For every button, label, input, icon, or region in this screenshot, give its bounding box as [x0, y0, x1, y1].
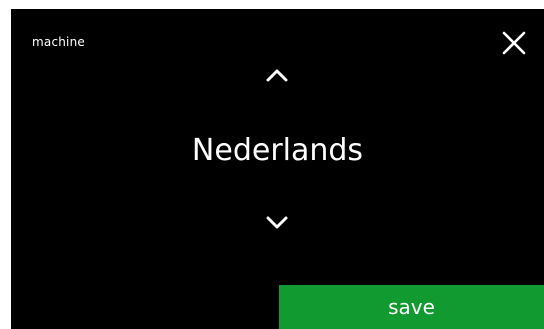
close-button[interactable]: [501, 30, 527, 56]
chevron-up-icon: [266, 69, 288, 82]
save-button[interactable]: save: [279, 285, 544, 329]
chevron-down-icon: [266, 216, 288, 229]
selected-language: Nederlands: [191, 133, 364, 168]
previous-option-button[interactable]: [265, 67, 289, 83]
next-option-button[interactable]: [265, 215, 289, 231]
close-icon: [502, 31, 526, 55]
screen: machine Nederlands save: [0, 0, 544, 329]
save-button-label: save: [388, 295, 435, 319]
page-title: machine: [32, 35, 85, 49]
language-settings-panel: machine Nederlands save: [11, 9, 544, 329]
